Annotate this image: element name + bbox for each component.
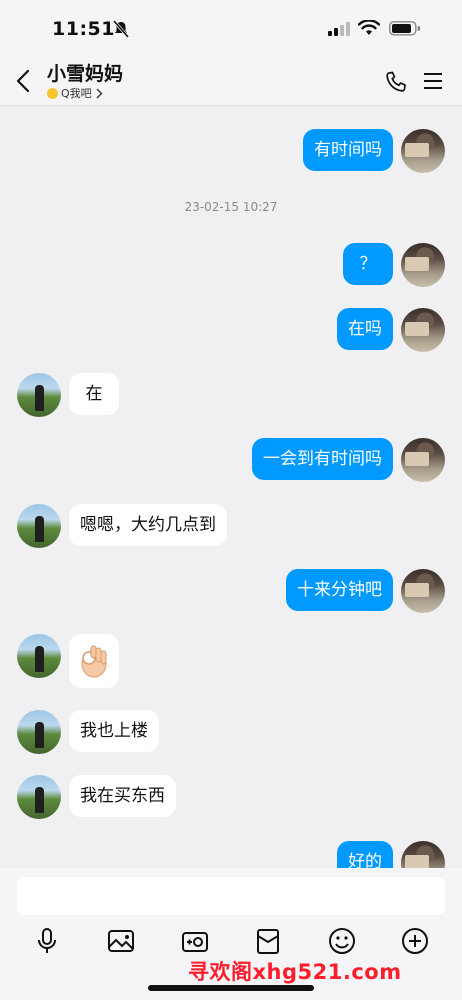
message-bubble-sent[interactable]: 在吗 [337, 308, 393, 350]
message-bubble-received[interactable]: 在 [69, 373, 119, 415]
my-avatar[interactable] [401, 243, 445, 287]
image-icon[interactable] [106, 926, 136, 956]
my-avatar[interactable] [401, 438, 445, 482]
plus-icon[interactable] [400, 926, 430, 956]
mute-bell-icon [113, 20, 129, 38]
message-bubble-received[interactable] [69, 634, 119, 688]
message-bubble-sent[interactable]: 一会到有时间吗 [252, 438, 393, 480]
phone-icon[interactable] [384, 70, 408, 94]
emoji-icon[interactable] [327, 926, 357, 956]
message-bubble-received[interactable]: 我在买东西 [69, 775, 176, 817]
red-packet-icon[interactable] [253, 926, 283, 956]
contact-avatar[interactable] [17, 710, 61, 754]
my-avatar[interactable] [401, 841, 445, 868]
message-timestamp: 23-02-15 10:27 [184, 200, 278, 214]
signal-icon [328, 22, 350, 36]
ok-hand-emoji-icon [81, 645, 107, 678]
my-avatar[interactable] [401, 569, 445, 613]
back-arrow-icon[interactable] [12, 68, 36, 94]
chat-header: 小雪妈妈 Q我吧 [0, 56, 462, 106]
mic-icon[interactable] [32, 926, 62, 956]
message-input[interactable] [17, 877, 445, 915]
status-time: 11:51 [52, 18, 115, 40]
watermark-text: 寻欢阁xhg521.com [188, 960, 402, 984]
chat-area[interactable]: 有时间吗 23-02-15 10:27 ？ 在吗 在 一会到有时间吗 嗯嗯，大约… [0, 106, 462, 868]
my-avatar[interactable] [401, 129, 445, 173]
smile-icon [47, 87, 58, 99]
contact-avatar[interactable] [17, 373, 61, 417]
message-bubble-sent[interactable]: 有时间吗 [303, 129, 393, 171]
my-avatar[interactable] [401, 308, 445, 352]
camera-icon[interactable] [180, 926, 210, 956]
message-bubble-sent[interactable]: 好的 [337, 841, 393, 868]
contact-name[interactable]: 小雪妈妈 [47, 59, 123, 86]
battery-icon [389, 21, 420, 36]
message-bubble-received[interactable]: 我也上楼 [69, 710, 159, 752]
wifi-icon [358, 20, 380, 35]
message-bubble-sent[interactable]: ？ [343, 243, 393, 285]
contact-subtitle[interactable]: Q我吧 [47, 85, 103, 101]
menu-icon[interactable] [422, 72, 444, 90]
input-bar: 寻欢阁xhg521.com [0, 868, 462, 1000]
status-bar: 11:51 [0, 0, 462, 56]
contact-avatar[interactable] [17, 775, 61, 819]
chevron-right-icon [96, 88, 103, 98]
message-bubble-sent[interactable]: 十来分钟吧 [286, 569, 393, 611]
contact-avatar[interactable] [17, 504, 61, 548]
home-indicator[interactable] [148, 985, 314, 991]
contact-subtitle-text: Q我吧 [61, 87, 92, 100]
message-bubble-received[interactable]: 嗯嗯，大约几点到 [69, 504, 227, 546]
contact-avatar[interactable] [17, 634, 61, 678]
